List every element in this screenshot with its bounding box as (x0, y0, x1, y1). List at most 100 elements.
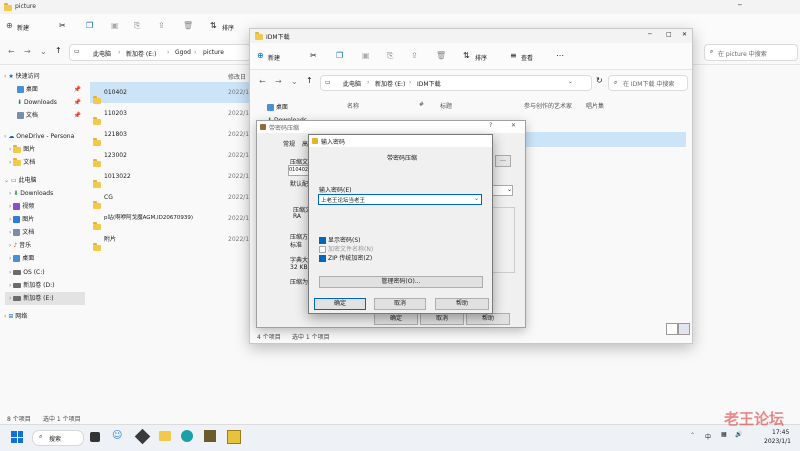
up-icon[interactable]: ↑ (306, 76, 313, 85)
cancel-button[interactable]: 取消 (374, 298, 426, 310)
close-icon[interactable]: ✕ (682, 31, 687, 38)
breadcrumb-item[interactable]: Ggod (175, 49, 191, 56)
forward-icon[interactable]: → (275, 77, 282, 86)
cancel-button[interactable]: 取消 (420, 313, 464, 325)
table-row[interactable]: CG 2022/1 (90, 187, 250, 209)
volume-icon[interactable]: 🔊 (735, 431, 742, 438)
breadcrumb-item[interactable]: 新加卷 (E:) (126, 49, 156, 58)
encrypt-filenames-checkbox[interactable]: 加密文件名称(N) (319, 244, 373, 253)
help-button[interactable]: 帮助 (435, 298, 489, 310)
breadcrumb-item[interactable]: IDM下载 (417, 79, 441, 88)
chevron-down-icon[interactable]: ⌄ (474, 195, 479, 202)
table-row[interactable]: 010402 2022/1 (90, 82, 250, 104)
search-input[interactable]: ⌕ 在 picture 中搜索 (704, 44, 798, 61)
nav-item-pictures[interactable]: › 图片 (9, 213, 34, 226)
maximize-icon[interactable]: □ (666, 31, 672, 38)
zip-legacy-checkbox[interactable]: ZIP 传统加密(Z) (319, 253, 372, 262)
nav-item-downloads[interactable]: › ⬇ Downloads (9, 187, 53, 200)
back-icon[interactable]: ← (259, 77, 266, 86)
cut-icon[interactable]: ✂ (59, 21, 66, 30)
paste-icon[interactable]: ▣ (111, 21, 119, 30)
new-icon[interactable]: ⊕ (6, 21, 13, 30)
table-row[interactable]: 附片 2022/1 (90, 229, 250, 251)
column-header-album[interactable]: 唱片集 (586, 101, 604, 110)
checkbox-unchecked[interactable] (319, 246, 326, 253)
app-cube-icon[interactable] (134, 428, 151, 445)
sort-icon[interactable]: ⇅ (463, 51, 470, 60)
nav-item-documents[interactable]: 文档 📌 (17, 109, 81, 122)
nav-item-drive-d[interactable]: › 新加卷 (D:) (9, 279, 54, 292)
table-row[interactable] (526, 132, 686, 147)
browse-button[interactable]: … (495, 155, 511, 167)
manage-passwords-button[interactable]: 管理密码(O)... (319, 276, 483, 288)
table-row[interactable]: 123002 2022/1 (90, 145, 250, 167)
share-icon[interactable]: ⇪ (158, 21, 165, 30)
ok-button[interactable]: 确定 (374, 313, 418, 325)
password-input[interactable]: 上老王论坛当老王 ⌄ (318, 194, 482, 205)
sort-button[interactable]: 排序 (222, 23, 234, 32)
nav-quick-access[interactable]: › ★ 快速访问 (4, 70, 40, 83)
breadcrumb-item[interactable]: picture (203, 49, 224, 56)
rename-icon[interactable]: ⎘ (387, 51, 393, 61)
refresh-icon[interactable]: ↻ (596, 76, 603, 85)
nav-item-drive-e[interactable]: › 新加卷 (E:) (5, 292, 85, 305)
column-header-title[interactable]: 标题 (440, 101, 452, 110)
show-password-checkbox[interactable]: 显示密码(S) (319, 235, 361, 244)
checkbox-checked[interactable] (319, 237, 326, 244)
clock-date[interactable]: 2023/1/1 (764, 438, 791, 445)
start-icon[interactable] (11, 431, 23, 443)
column-header-name[interactable]: 名称 (347, 101, 359, 110)
nav-item-desktop[interactable]: 桌面 📌 (17, 83, 81, 96)
nav-item-desktop[interactable]: 桌面 (267, 101, 288, 114)
minimize-icon[interactable]: ─ (738, 2, 742, 9)
nav-network[interactable]: › ⊞ 网络 (4, 310, 27, 323)
minimize-icon[interactable]: ─ (648, 31, 652, 38)
search-input[interactable]: ⌕ 在 IDM下载 中搜索 (608, 75, 688, 91)
nav-item-downloads[interactable]: ⬇ Downloads 📌 (17, 96, 81, 109)
forward-icon[interactable]: → (24, 47, 31, 56)
cut-icon[interactable]: ✂ (310, 51, 317, 60)
winrar-icon[interactable] (227, 430, 241, 444)
tab-general[interactable]: 常规 (283, 139, 295, 148)
ime-indicator[interactable]: 中 (705, 432, 711, 441)
copy-icon[interactable]: ❐ (86, 21, 93, 30)
column-header-artists[interactable]: 参与创作的艺术家 (524, 101, 572, 110)
delete-icon[interactable]: 🗑 (183, 21, 193, 30)
new-button[interactable]: 新建 (268, 53, 280, 62)
table-row[interactable]: 121803 2022/1 (90, 124, 250, 146)
up-icon[interactable]: ↑ (55, 46, 62, 55)
chevron-down-icon[interactable]: ⌄ (568, 78, 573, 85)
help-icon[interactable]: ? (489, 122, 492, 129)
close-icon[interactable]: ✕ (511, 122, 516, 129)
sort-button[interactable]: 排序 (475, 53, 487, 62)
breadcrumb-item[interactable]: 此电脑 (343, 79, 361, 88)
view-icon[interactable]: ≡ (510, 51, 517, 60)
back-icon[interactable]: ← (8, 47, 15, 56)
recent-icon[interactable]: ⌄ (291, 77, 298, 86)
task-view-icon[interactable] (90, 432, 100, 442)
file-explorer-icon[interactable] (159, 431, 171, 441)
table-row[interactable]: 1013022 2022/1 (90, 166, 250, 188)
nav-onedrive[interactable]: › ☁ OneDrive - Persona (4, 130, 74, 143)
recent-icon[interactable]: ⌄ (40, 47, 47, 56)
breadcrumb-item[interactable]: 此电脑 (93, 49, 111, 58)
tiles-view-toggle[interactable] (678, 323, 690, 335)
column-header-number[interactable]: # (419, 101, 424, 108)
breadcrumb-item[interactable]: 新加卷 (E:) (375, 79, 405, 88)
profile-dropdown[interactable]: ⌄ (491, 185, 513, 196)
view-button[interactable]: 查看 (521, 53, 533, 62)
address-input[interactable]: ▭ 此电脑 › 新加卷 (E:) › IDM下载 ⌄ (320, 75, 592, 91)
nav-item-docs[interactable]: › 文档 (9, 156, 35, 169)
more-icon[interactable]: ⋯ (556, 51, 564, 60)
delete-icon[interactable]: 🗑 (436, 51, 446, 60)
details-view-toggle[interactable] (666, 323, 678, 335)
edge-icon[interactable] (181, 430, 193, 442)
table-row[interactable]: 110203 2022/1 (90, 103, 250, 125)
new-icon[interactable]: ⊕ (257, 51, 264, 60)
ok-button[interactable]: 确定 (314, 298, 366, 310)
nav-item-videos[interactable]: › 视频 (9, 200, 34, 213)
checkbox-checked[interactable] (319, 255, 326, 262)
nav-item-documents[interactable]: › 文档 (9, 226, 34, 239)
app-icon[interactable] (204, 430, 216, 442)
dictionary-value[interactable]: 32 KB (290, 264, 308, 271)
